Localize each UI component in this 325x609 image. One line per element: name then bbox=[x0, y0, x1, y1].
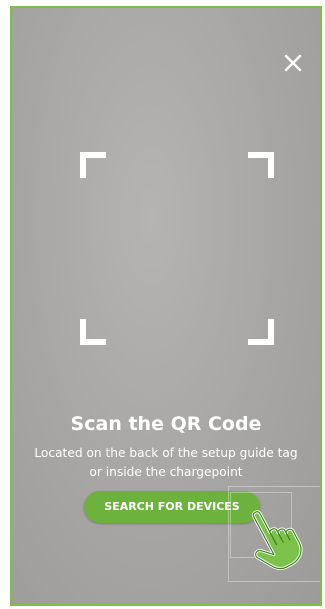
tap-hand-icon bbox=[240, 500, 314, 574]
viewfinder-corner-bottom-right-icon bbox=[242, 313, 280, 351]
viewfinder-corner-bottom-left-icon bbox=[74, 313, 112, 351]
viewfinder-corner-top-left-icon bbox=[74, 146, 112, 184]
scan-instructions: Located on the back of the setup guide t… bbox=[34, 446, 298, 479]
viewfinder-corner-top-right-icon bbox=[242, 146, 280, 184]
close-icon[interactable] bbox=[280, 50, 306, 76]
qr-scanner-screen: Scan the QR Code Located on the back of … bbox=[10, 6, 322, 606]
scan-title: Scan the QR Code bbox=[70, 413, 262, 435]
